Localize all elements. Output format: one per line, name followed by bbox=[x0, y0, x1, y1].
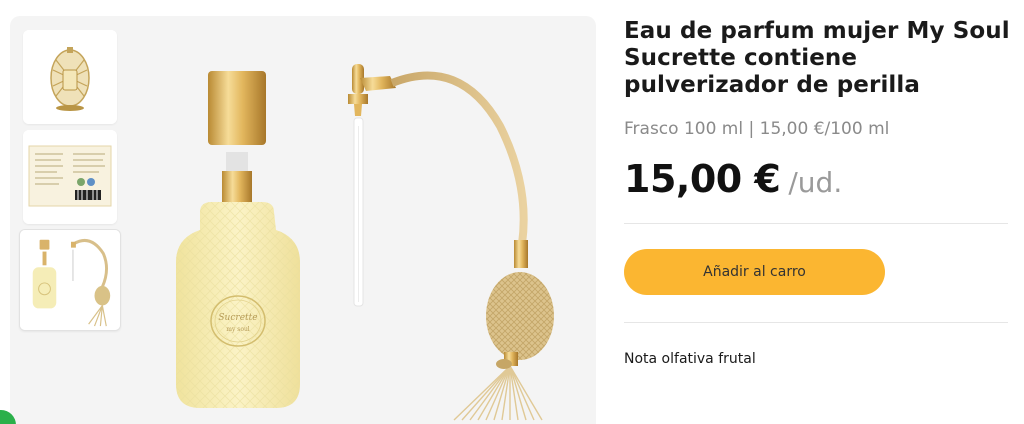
bottle-label-text: Sucrette bbox=[218, 313, 257, 323]
thumbnail-bottle-and-bulb[interactable] bbox=[19, 229, 121, 331]
label-info-icon bbox=[23, 130, 117, 224]
product-info: Eau de parfum mujer My Soul Sucrette con… bbox=[624, 18, 1014, 367]
product-title: Eau de parfum mujer My Soul Sucrette con… bbox=[624, 18, 1010, 98]
price-row: 15,00 € /ud. bbox=[624, 157, 1014, 201]
divider bbox=[624, 322, 1008, 323]
olfactory-note: Nota olfativa frutal bbox=[624, 351, 756, 367]
perfume-bottle-with-atomizer-icon: Sucrette my soul bbox=[176, 64, 554, 421]
egg-perfume-icon bbox=[23, 30, 117, 124]
add-to-cart-button[interactable]: Añadir al carro bbox=[624, 249, 885, 295]
bottle-label-sub: my soul bbox=[226, 326, 250, 333]
divider bbox=[624, 223, 1008, 224]
thumbnail-egg-perfume[interactable] bbox=[23, 30, 117, 124]
main-product-image: Sucrette my soul bbox=[160, 16, 596, 424]
bottle-and-bulb-icon bbox=[20, 230, 120, 330]
price-unit: /ud. bbox=[788, 166, 843, 199]
product-gallery: Sucrette my soul bbox=[10, 16, 596, 424]
size-info: Frasco 100 ml | 15,00 €/100 ml bbox=[624, 119, 890, 139]
price: 15,00 € bbox=[624, 157, 781, 201]
thumbnail-label-info[interactable] bbox=[23, 130, 117, 224]
